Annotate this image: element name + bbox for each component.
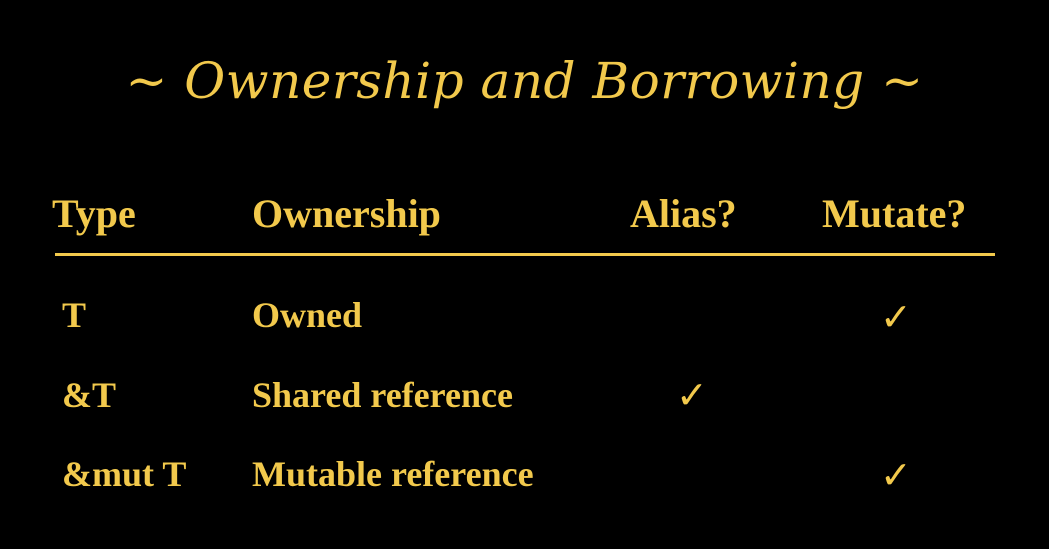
row-type-cell: &T xyxy=(62,375,116,415)
header-divider xyxy=(55,253,995,256)
row-ownership-cell: Shared reference xyxy=(252,375,513,415)
row-ownership-cell: Mutable reference xyxy=(252,454,534,494)
checkmark-icon: ✓ xyxy=(880,453,912,497)
header-type: Type xyxy=(52,191,136,236)
row-type-cell: T xyxy=(62,295,87,335)
checkmark-icon: ✓ xyxy=(880,295,912,339)
row-type-cell: &mut T xyxy=(62,454,187,494)
slide-title: ~ Ownership and Borrowing ~ xyxy=(125,52,924,110)
checkmark-icon: ✓ xyxy=(676,373,708,417)
header-alias: Alias? xyxy=(630,191,737,236)
header-ownership: Ownership xyxy=(252,191,441,236)
row-ownership-cell: Owned xyxy=(252,295,363,335)
header-mutate: Mutate? xyxy=(822,191,967,236)
slide: ~ Ownership and Borrowing ~ Type Ownersh… xyxy=(0,0,1049,549)
